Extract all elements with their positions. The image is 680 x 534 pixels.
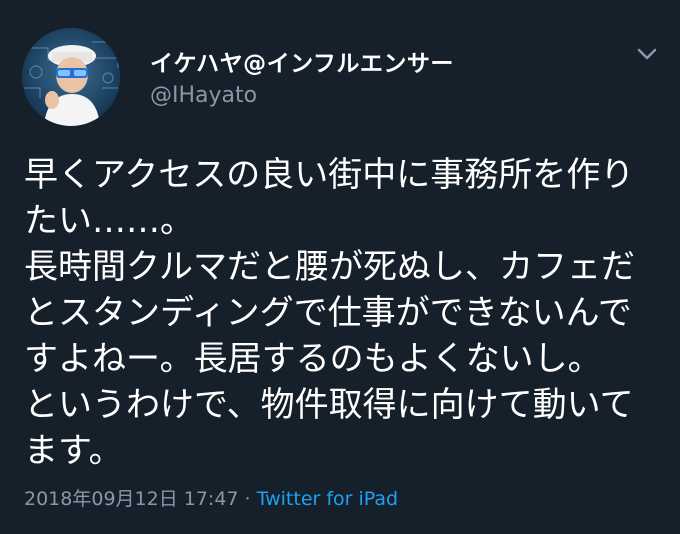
source-link[interactable]: Twitter for iPad	[257, 488, 398, 510]
tweet-meta: 2018年09月12日 17:47 · Twitter for iPad	[24, 484, 398, 511]
tweet-text-line: たい……。	[24, 201, 194, 241]
tweet-text: 早くアクセスの良い街中に事務所を作り たい……。 長時間クルマだと腰が死ぬし、カ…	[24, 152, 664, 474]
chevron-down-icon[interactable]	[636, 44, 658, 64]
display-name[interactable]: イケハヤ@インフルエンサー	[150, 44, 454, 78]
tweet-text-line: 長時間クルマだと腰が死ぬし、カフェだ	[24, 247, 635, 287]
tweet-text-line: ます。	[24, 431, 123, 471]
tweet-text-line: すよねー。長居するのもよくないし。	[24, 339, 602, 379]
avatar[interactable]	[22, 28, 120, 126]
tweet-text-line: とスタンディングで仕事ができないんで	[24, 293, 632, 333]
tweet-text-line: 早くアクセスの良い街中に事務所を作り	[24, 155, 635, 195]
tweet-text-line: というわけで、物件取得に向けて動いて	[24, 385, 634, 425]
avatar-image	[22, 28, 120, 126]
user-handle[interactable]: @IHayato	[150, 83, 257, 108]
timestamp[interactable]: 2018年09月12日 17:47	[24, 488, 239, 510]
tweet-card: イケハヤ@インフルエンサー @IHayato 早くアクセスの良い街中に事務所を作…	[0, 0, 680, 534]
meta-separator: ·	[238, 488, 257, 510]
